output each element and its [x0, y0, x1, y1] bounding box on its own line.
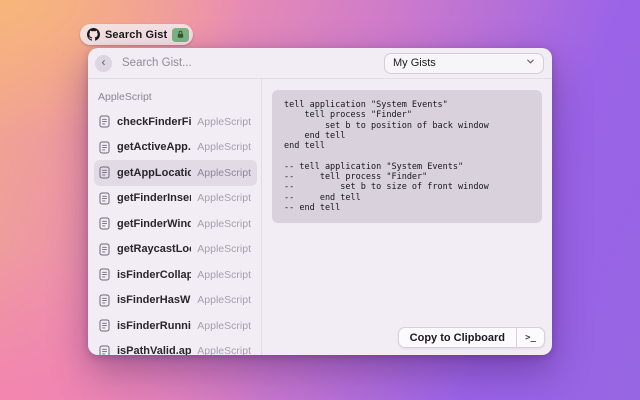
list-item[interactable]: isFinderCollapsed.a... AppleScript	[94, 262, 257, 288]
document-icon	[99, 268, 110, 281]
list-item-title: isFinderHasWindow...	[117, 294, 191, 307]
action-bar: Copy to Clipboard >_	[397, 327, 545, 348]
back-button[interactable]: ‹	[95, 54, 112, 72]
document-icon	[99, 294, 110, 307]
list-item-title: isPathValid.applesc...	[117, 345, 192, 355]
extension-pill-label: Search Gist	[105, 28, 168, 41]
list-item[interactable]: getActiveApp.apple... AppleScript	[94, 135, 257, 161]
list-item-title: getRaycastLocatio...	[117, 243, 191, 256]
list-item-title: getAppLocation.ap...	[117, 166, 191, 179]
document-icon	[99, 192, 110, 205]
list-item-title: getFinderWindowP...	[117, 217, 191, 230]
github-icon	[87, 28, 100, 41]
window-header: ‹ My Gists	[88, 48, 552, 79]
list-item[interactable]: checkFinderFileExi... AppleScript	[94, 109, 257, 135]
filter-dropdown[interactable]: My Gists	[384, 52, 544, 74]
section-label: AppleScript	[98, 91, 152, 103]
list-item-accessory: AppleScript	[197, 319, 251, 332]
list-item-accessory: AppleScript	[197, 217, 251, 230]
document-icon	[99, 243, 110, 256]
list-item[interactable]: getFinderWindowP... AppleScript	[94, 211, 257, 237]
window-body: AppleScript checkFinderFileExi... AppleS…	[88, 79, 552, 355]
list-item-accessory: AppleScript	[197, 243, 251, 256]
list-item[interactable]: isFinderHasWindow... AppleScript	[94, 288, 257, 314]
document-icon	[99, 166, 110, 179]
list-item-accessory: AppleScript	[197, 345, 251, 355]
search-input[interactable]	[122, 57, 384, 69]
document-icon	[99, 345, 110, 355]
list-item-title: isFinderRunning.ap...	[117, 319, 191, 332]
document-icon	[99, 115, 110, 128]
list-item-accessory: AppleScript	[197, 166, 251, 179]
list-item-title: checkFinderFileExi...	[117, 115, 192, 128]
list-item-accessory: AppleScript	[197, 294, 251, 307]
gist-list: AppleScript checkFinderFileExi... AppleS…	[88, 79, 262, 355]
list-item-accessory: AppleScript	[197, 192, 251, 205]
gist-list-rows: checkFinderFileExi... AppleScript getAct…	[94, 109, 257, 355]
document-icon	[99, 319, 110, 332]
list-item-title: getFinderInsertion...	[117, 192, 191, 205]
list-item[interactable]: getFinderInsertion... AppleScript	[94, 186, 257, 212]
list-item-title: getActiveApp.apple...	[117, 141, 191, 154]
code-preview: tell application "System Events" tell pr…	[272, 90, 542, 224]
document-icon	[99, 217, 110, 230]
list-item-accessory: AppleScript	[197, 141, 251, 154]
raycast-window: ‹ My Gists AppleScript checkFinderFileEx…	[88, 48, 552, 355]
preview-pane: tell application "System Events" tell pr…	[262, 79, 552, 355]
list-item[interactable]: getAppLocation.ap... AppleScript	[94, 160, 257, 186]
list-item-accessory: AppleScript	[197, 268, 251, 281]
list-item[interactable]: isPathValid.applesc... AppleScript	[94, 339, 257, 355]
list-item[interactable]: getRaycastLocatio... AppleScript	[94, 237, 257, 263]
list-item-accessory: AppleScript	[197, 115, 251, 128]
list-item-title: isFinderCollapsed.a...	[117, 268, 191, 281]
document-icon	[99, 141, 110, 154]
copy-to-clipboard-button[interactable]: Copy to Clipboard	[399, 328, 516, 347]
lock-badge-icon	[172, 27, 190, 42]
terminal-icon[interactable]: >_	[517, 328, 544, 347]
extension-pill[interactable]: Search Gist	[80, 24, 194, 45]
chevron-down-icon	[526, 57, 535, 69]
filter-dropdown-value: My Gists	[393, 57, 436, 69]
list-item[interactable]: isFinderRunning.ap... AppleScript	[94, 313, 257, 339]
